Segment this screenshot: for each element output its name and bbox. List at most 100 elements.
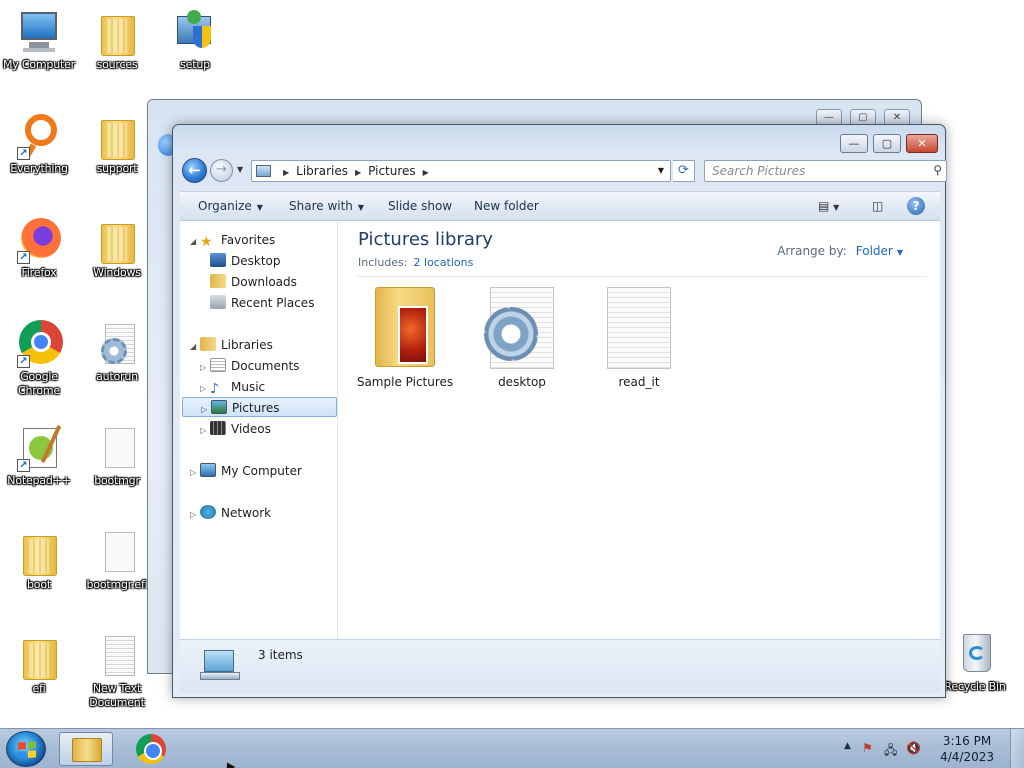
documents-icon [210,358,226,372]
desktop-icon-new-text-document[interactable]: New Text Document [79,632,155,710]
arrange-by: Arrange by: Folder ▼ [777,244,903,258]
details-pane: 3 items [180,639,940,693]
search-box[interactable]: ⚲ [704,160,947,182]
expanded-arrow-icon[interactable]: ◢ [190,337,200,357]
file-item-read-it[interactable]: read_it [590,285,688,389]
file-item-label: Sample Pictures [356,375,454,389]
breadcrumb-libraries[interactable]: Libraries [296,164,348,178]
tree-favorites[interactable]: ◢ ★ Favorites [190,230,275,250]
clock[interactable]: 3:16 PM 4/4/2023 [940,733,994,765]
desktop-icon-efi[interactable]: efi [1,632,77,696]
desktop-icon-boot[interactable]: boot [1,528,77,592]
tree-libraries[interactable]: ◢ Libraries [190,335,273,355]
collapsed-arrow-icon[interactable]: ▷ [200,421,210,441]
slide-show-button[interactable]: Slide show [388,192,452,221]
maximize-button[interactable]: ▢ [873,134,901,153]
taskbar: ▲ ⚑ 🖧 🔇 3:16 PM 4/4/2023 [0,728,1024,768]
tree-documents[interactable]: ▷ Documents [200,356,299,376]
desktop-icon-bootmgr[interactable]: bootmgr [79,424,155,488]
forward-arrow-icon[interactable]: → [210,159,233,182]
recent-pages-dropdown-icon[interactable]: ▼ [237,163,249,177]
library-location-icon [256,165,271,177]
organize-button[interactable]: Organize ▼ [198,192,263,221]
arrange-by-dropdown[interactable]: Folder [856,244,893,258]
tree-videos[interactable]: ▷ Videos [200,419,271,439]
show-hidden-icons-icon[interactable]: ▲ [844,741,851,751]
star-icon: ★ [200,234,213,250]
text-file-icon [603,285,675,369]
file-item-sample-pictures[interactable]: Sample Pictures [356,285,454,389]
close-button[interactable]: ✕ [906,134,938,153]
minimize-button[interactable]: — [840,134,868,153]
desktop-icon-setup[interactable]: setup [157,8,233,72]
breadcrumb-separator-icon[interactable]: ▶ [276,168,296,177]
collapsed-arrow-icon[interactable]: ▷ [200,379,210,399]
breadcrumb: ▶ Libraries ▶ Pictures ▶ [276,161,436,181]
desktop-icon-bootmgr-efi[interactable]: bootmgr.efi [79,528,155,592]
file-item-label: read_it [618,375,660,389]
desktop-icon-support[interactable]: support [79,112,155,176]
network-status-icon[interactable]: 🖧 [884,741,897,762]
collapsed-arrow-icon[interactable]: ▷ [190,505,200,525]
taskbar-app-explorer[interactable] [59,732,113,766]
chevron-down-icon[interactable]: ▼ [897,248,903,257]
tree-desktop[interactable]: Desktop [210,251,281,271]
breadcrumb-separator-icon[interactable]: ▶ [416,168,436,177]
tree-my-computer[interactable]: ▷ My Computer [190,461,302,481]
volume-muted-icon[interactable]: 🔇 [906,741,921,755]
folder-icon [15,632,63,680]
explorer-window[interactable]: — ▢ ✕ ← → ▼ ▶Libraries▶Pictures▶ ▼ ⟳ ⚲ O… [172,124,947,698]
desktop-icon-sources[interactable]: sources [79,8,155,72]
show-desktop-button[interactable] [1010,729,1024,768]
desktop-icon-my-computer[interactable]: My Computer [1,8,77,72]
breadcrumb-pictures[interactable]: Pictures [368,164,416,178]
back-arrow-icon[interactable]: ← [182,158,207,183]
start-button[interactable] [6,731,46,767]
desktop-icon-firefox[interactable]: ↗ Firefox [1,216,77,280]
collapsed-arrow-icon[interactable]: ▷ [200,358,210,378]
picture-folder-icon [369,285,441,369]
organize-label: Organize [198,199,252,213]
address-bar[interactable]: ▶ Libraries ▶ Pictures ▶ ▼ [251,160,671,182]
breadcrumb-separator-icon[interactable]: ▶ [348,168,368,177]
desktop-icon-windows[interactable]: Windows [79,216,155,280]
magnifier-icon: ↗ [15,112,63,160]
collapsed-arrow-icon[interactable]: ▷ [190,463,200,483]
desktop-icon-google-chrome[interactable]: ↗ Google Chrome [1,320,77,398]
tree-downloads[interactable]: Downloads [210,272,297,292]
search-icon[interactable]: ⚲ [933,163,942,177]
refresh-icon[interactable]: ⟳ [673,160,695,182]
preview-pane-icon[interactable]: ◫ [872,197,883,215]
tree-label: Music [231,380,266,394]
tree-recent-places[interactable]: Recent Places [210,293,314,313]
address-history-dropdown-icon[interactable]: ▼ [652,161,670,181]
tree-label: Libraries [221,338,273,352]
clock-date: 4/4/2023 [940,750,994,764]
windows-logo-icon [18,741,36,759]
search-input[interactable] [705,161,915,181]
desktop-icon-everything[interactable]: ↗ Everything [1,112,77,176]
desktop-icon-notepad-plus-plus[interactable]: ↗ Notepad++ [1,424,77,488]
tree-network[interactable]: ▷ Network [190,503,271,523]
tree-label: Favorites [221,233,276,247]
folder-icon [15,528,63,576]
settings-file-icon [93,320,141,368]
desktop-icon-recycle-bin[interactable]: Recycle Bin [937,630,1013,694]
share-with-button[interactable]: Share with ▼ [289,192,364,221]
help-icon[interactable]: ? [907,197,925,215]
explorer-body: ◢ ★ Favorites Desktop Downloads Recent Pla… [180,221,940,639]
file-item-desktop[interactable]: desktop [473,285,571,389]
tree-music[interactable]: ▷ ♪ Music [200,377,265,397]
tree-pictures[interactable]: ▷ Pictures [182,397,337,417]
change-view-icon[interactable]: ▤ ▼ [818,197,839,215]
includes-label: Includes: [358,256,408,269]
taskbar-app-chrome[interactable] [124,732,178,766]
collapsed-arrow-icon[interactable]: ▷ [201,400,211,420]
desktop-icon-autorun[interactable]: autorun [79,320,155,384]
action-center-flag-icon[interactable]: ⚑ [862,741,873,755]
locations-link[interactable]: 2 locations [413,256,473,269]
desktop-icon-label: setup [180,58,210,71]
expanded-arrow-icon[interactable]: ◢ [190,232,200,252]
new-folder-button[interactable]: New folder [474,192,539,221]
firefox-icon: ↗ [15,216,63,264]
